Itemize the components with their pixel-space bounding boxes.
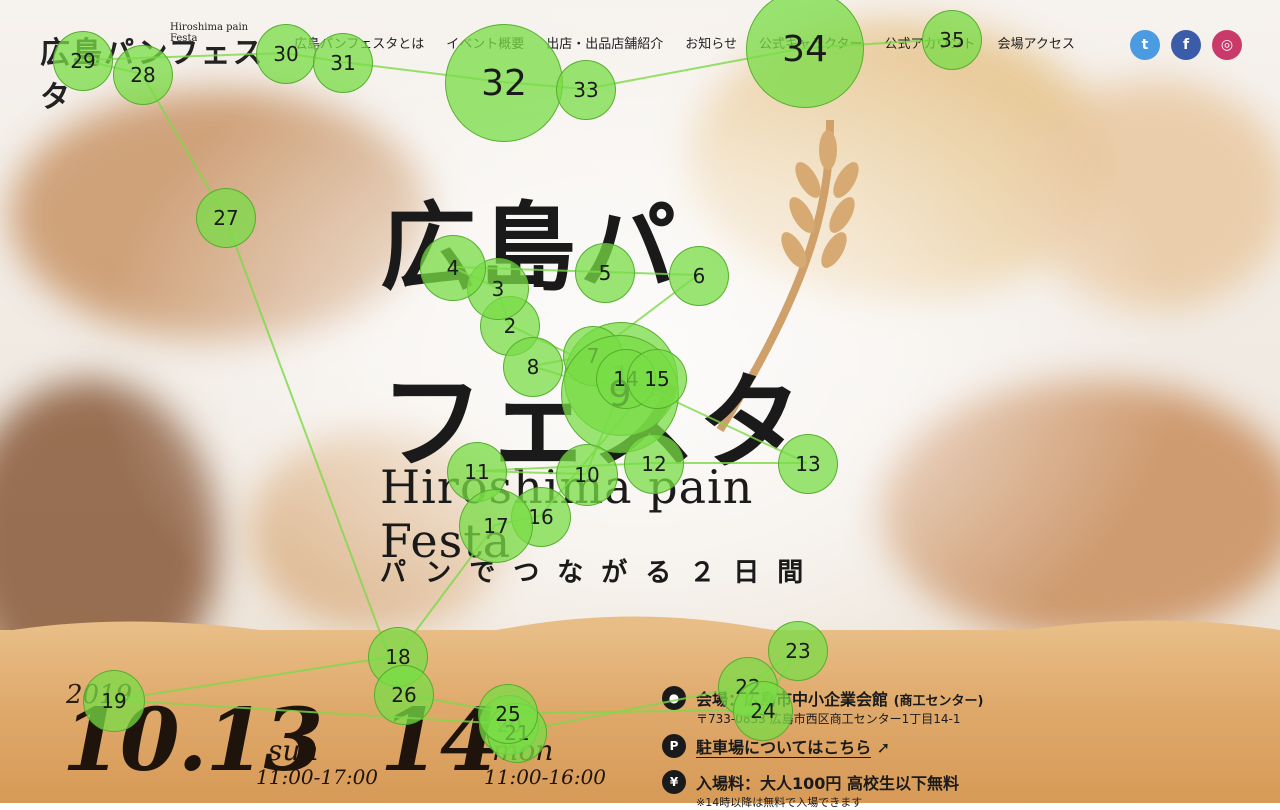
day1-time: 11:00-17:00 xyxy=(256,765,379,789)
nav-event-overview[interactable]: イベント概要 xyxy=(435,36,535,54)
venue-name: 会場：広島市中小企業会館 xyxy=(696,690,889,709)
nav-news[interactable]: お知らせ xyxy=(674,36,748,54)
day2-dow: mon xyxy=(492,734,554,767)
venue-address: 〒733-0833 広島市西区商工センター1丁目14-1 xyxy=(696,712,961,726)
venue-sub: (商工センター) xyxy=(893,694,984,709)
fee-row: ¥ 入場料：大人100円 高校生以下無料 ※14時以降は無料で入場できます xyxy=(662,766,1082,809)
nav-about[interactable]: 広島パンフェスタとは xyxy=(283,36,435,54)
entry-fee-note: ※14時以降は無料で入場できます xyxy=(696,796,863,809)
parking-link[interactable]: 駐車場についてはこちら xyxy=(696,738,872,758)
instagram-icon[interactable]: ◎ xyxy=(1212,30,1242,60)
map-pin-icon: ● xyxy=(662,686,686,710)
nav-access[interactable]: 会場アクセス xyxy=(987,36,1086,54)
event-info: ● 会場：広島市中小企業会館 (商工センター) 〒733-0833 広島市西区商… xyxy=(662,682,1082,809)
entry-fee: 入場料：大人100円 高校生以下無料 xyxy=(696,774,959,793)
hero-title: 広島パ フェスタ Hiroshima pain Festa パンでつながる２日間 xyxy=(380,119,900,590)
main-nav: 広島パンフェスタとは イベント概要 出店・出品店舗紹介 お知らせ 公式キャラクタ… xyxy=(283,36,1086,54)
venue-row: ● 会場：広島市中小企業会館 (商工センター) 〒733-0833 広島市西区商… xyxy=(662,682,1082,730)
facebook-icon[interactable]: f xyxy=(1171,30,1201,60)
title-line-1: 広島パ xyxy=(380,191,680,304)
logo-en: Hiroshima pain Festa xyxy=(170,22,249,44)
nav-character[interactable]: 公式キャラクター xyxy=(748,36,873,54)
site-header: 広島パンフェスタ Hiroshima pain Festa 広島パンフェスタとは… xyxy=(0,0,1280,115)
parking-icon: P xyxy=(662,734,686,758)
site-logo[interactable]: 広島パンフェスタ Hiroshima pain Festa xyxy=(40,12,270,115)
nav-accounts[interactable]: 公式アカウント xyxy=(874,36,987,54)
hero-subtitle: パンでつながる２日間 xyxy=(380,558,822,588)
social-links: t f ◎ xyxy=(1130,30,1242,60)
nav-shops[interactable]: 出店・出品店舗紹介 xyxy=(535,36,674,54)
day1-dow: sun xyxy=(268,734,319,767)
twitter-icon[interactable]: t xyxy=(1130,30,1160,60)
day2-date: 14 xyxy=(380,690,500,791)
external-arrow-icon: ➚ xyxy=(876,738,891,757)
parking-row: P 駐車場についてはこちら ➚ xyxy=(662,730,1082,766)
yen-icon: ¥ xyxy=(662,770,686,794)
day2-time: 11:00-16:00 xyxy=(484,765,607,789)
